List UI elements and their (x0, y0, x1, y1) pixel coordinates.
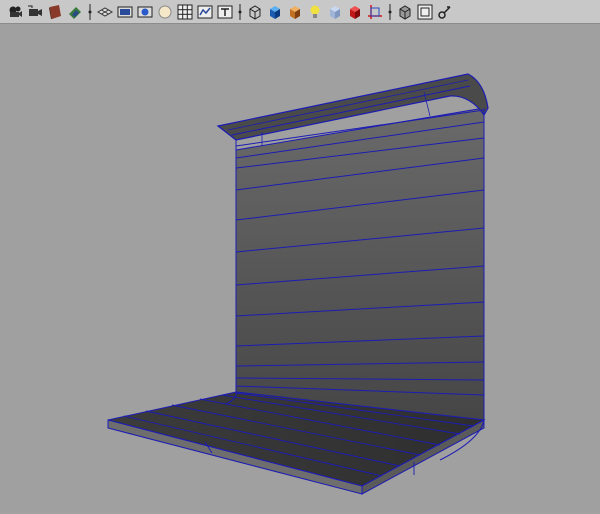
wall-surface (235, 107, 485, 421)
toolbar-separator (387, 2, 393, 22)
smooth-shade-cube-icon[interactable] (266, 3, 284, 21)
safe-action-icon[interactable] (196, 3, 214, 21)
shadow-cube-icon[interactable] (326, 3, 344, 21)
textured-cube-icon[interactable] (286, 3, 304, 21)
wire-on-shaded-icon[interactable] (396, 3, 414, 21)
safe-title-icon[interactable] (216, 3, 234, 21)
panel-toolbar (0, 0, 600, 24)
film-gate-icon[interactable] (116, 3, 134, 21)
book-icon[interactable] (46, 3, 64, 21)
camera-select-icon[interactable] (26, 3, 44, 21)
3d-viewport[interactable] (0, 24, 600, 514)
resolution-gate-icon[interactable] (136, 3, 154, 21)
manipulator-icon[interactable] (436, 3, 454, 21)
isolate-cube-icon[interactable] (346, 3, 364, 21)
field-chart-icon[interactable] (176, 3, 194, 21)
camera-icon[interactable] (6, 3, 24, 21)
overscan-icon[interactable] (416, 3, 434, 21)
wireframe-cube-icon[interactable] (246, 3, 264, 21)
gate-mask-icon[interactable] (156, 3, 174, 21)
frame-icon[interactable] (366, 3, 384, 21)
cyclorama-mesh (107, 73, 489, 495)
toolbar-separator (87, 2, 93, 22)
toolbar-separator (237, 2, 243, 22)
grid-icon[interactable] (96, 3, 114, 21)
light-bulb-icon[interactable] (306, 3, 324, 21)
image-plane-icon[interactable] (66, 3, 84, 21)
